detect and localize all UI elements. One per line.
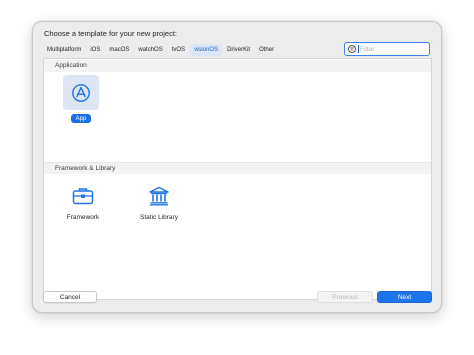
filter-icon[interactable]: [348, 45, 356, 53]
next-button[interactable]: Next: [377, 291, 432, 303]
tab-multiplatform[interactable]: Multiplatform: [43, 44, 85, 56]
template-list: Application App Framework & Library Fram…: [43, 58, 432, 300]
template-app-label: App: [70, 114, 92, 123]
template-framework-icon-box: [65, 184, 101, 208]
tab-tvos[interactable]: tvOS: [168, 44, 189, 56]
template-static-library-icon-box: [141, 184, 177, 208]
previous-button[interactable]: Previous: [317, 291, 373, 303]
tab-driverkit[interactable]: DriverKit: [223, 44, 254, 56]
text-cursor: [358, 45, 359, 53]
template-framework-label: Framework: [66, 214, 100, 221]
dialog-title: Choose a template for your new project:: [44, 29, 177, 38]
template-app-icon-box: [63, 75, 99, 110]
section-header-framework-library: Framework & Library: [44, 162, 431, 174]
section-header-application: Application: [44, 60, 431, 72]
toolbox-icon: [72, 188, 94, 205]
template-chooser-dialog: Choose a template for your new project: …: [32, 21, 442, 313]
template-static-library-label: Static Library: [140, 214, 178, 221]
tab-ios[interactable]: iOS: [86, 44, 104, 56]
template-framework[interactable]: Framework: [64, 184, 102, 221]
tab-visionos[interactable]: visionOS: [190, 44, 223, 56]
app-store-icon: [72, 83, 90, 102]
filter-input[interactable]: [360, 45, 426, 53]
building-columns-icon: [149, 186, 169, 206]
template-app[interactable]: App: [63, 75, 99, 123]
cancel-button[interactable]: Cancel: [43, 291, 97, 303]
tab-macos[interactable]: macOS: [105, 44, 133, 56]
tab-watchos[interactable]: watchOS: [134, 44, 166, 56]
filter-field[interactable]: [344, 42, 430, 56]
template-static-library[interactable]: Static Library: [135, 184, 183, 221]
tab-other[interactable]: Other: [255, 44, 278, 56]
